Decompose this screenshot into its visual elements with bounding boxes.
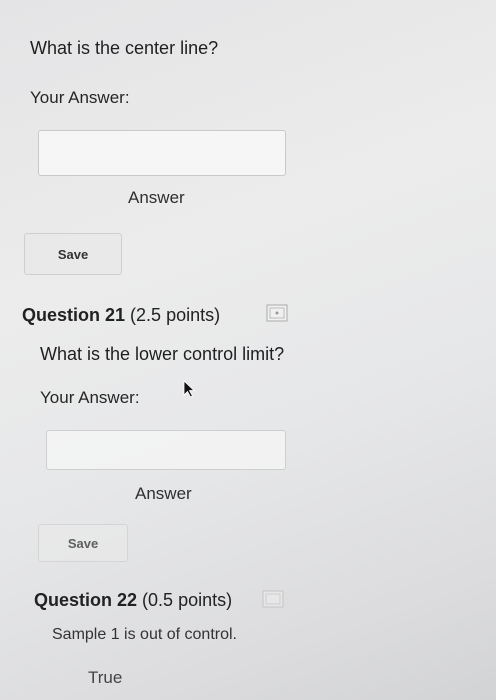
q22-header: Question 22 (0.5 points)	[34, 590, 232, 611]
q22-text: Sample 1 is out of control.	[52, 626, 237, 643]
q20-answer-input[interactable]	[38, 130, 286, 176]
q21-header: Question 21 (2.5 points)	[22, 305, 220, 326]
flag-icon[interactable]	[266, 304, 288, 322]
q21-text: What is the lower control limit?	[40, 344, 285, 364]
q21-your-answer-label: Your Answer:	[40, 388, 140, 407]
q21-save-button[interactable]: Save	[38, 524, 128, 562]
q22-option-true[interactable]: True	[88, 668, 122, 688]
q20-answer-caption: Answer	[128, 188, 185, 207]
q20-your-answer-label: Your Answer:	[30, 88, 130, 107]
q20-save-button[interactable]: Save	[24, 233, 122, 275]
q21-title: Question 21	[22, 305, 126, 325]
q21-answer-input[interactable]	[46, 430, 286, 470]
q20-text: What is the center line?	[30, 38, 219, 58]
q21-answer-caption: Answer	[135, 484, 192, 503]
q21-points: (2.5 points)	[130, 305, 221, 325]
q22-flag-icon[interactable]	[262, 590, 284, 608]
cursor-icon	[183, 380, 196, 398]
q22-points: (0.5 points)	[142, 590, 233, 610]
q22-title: Question 22	[34, 590, 138, 610]
